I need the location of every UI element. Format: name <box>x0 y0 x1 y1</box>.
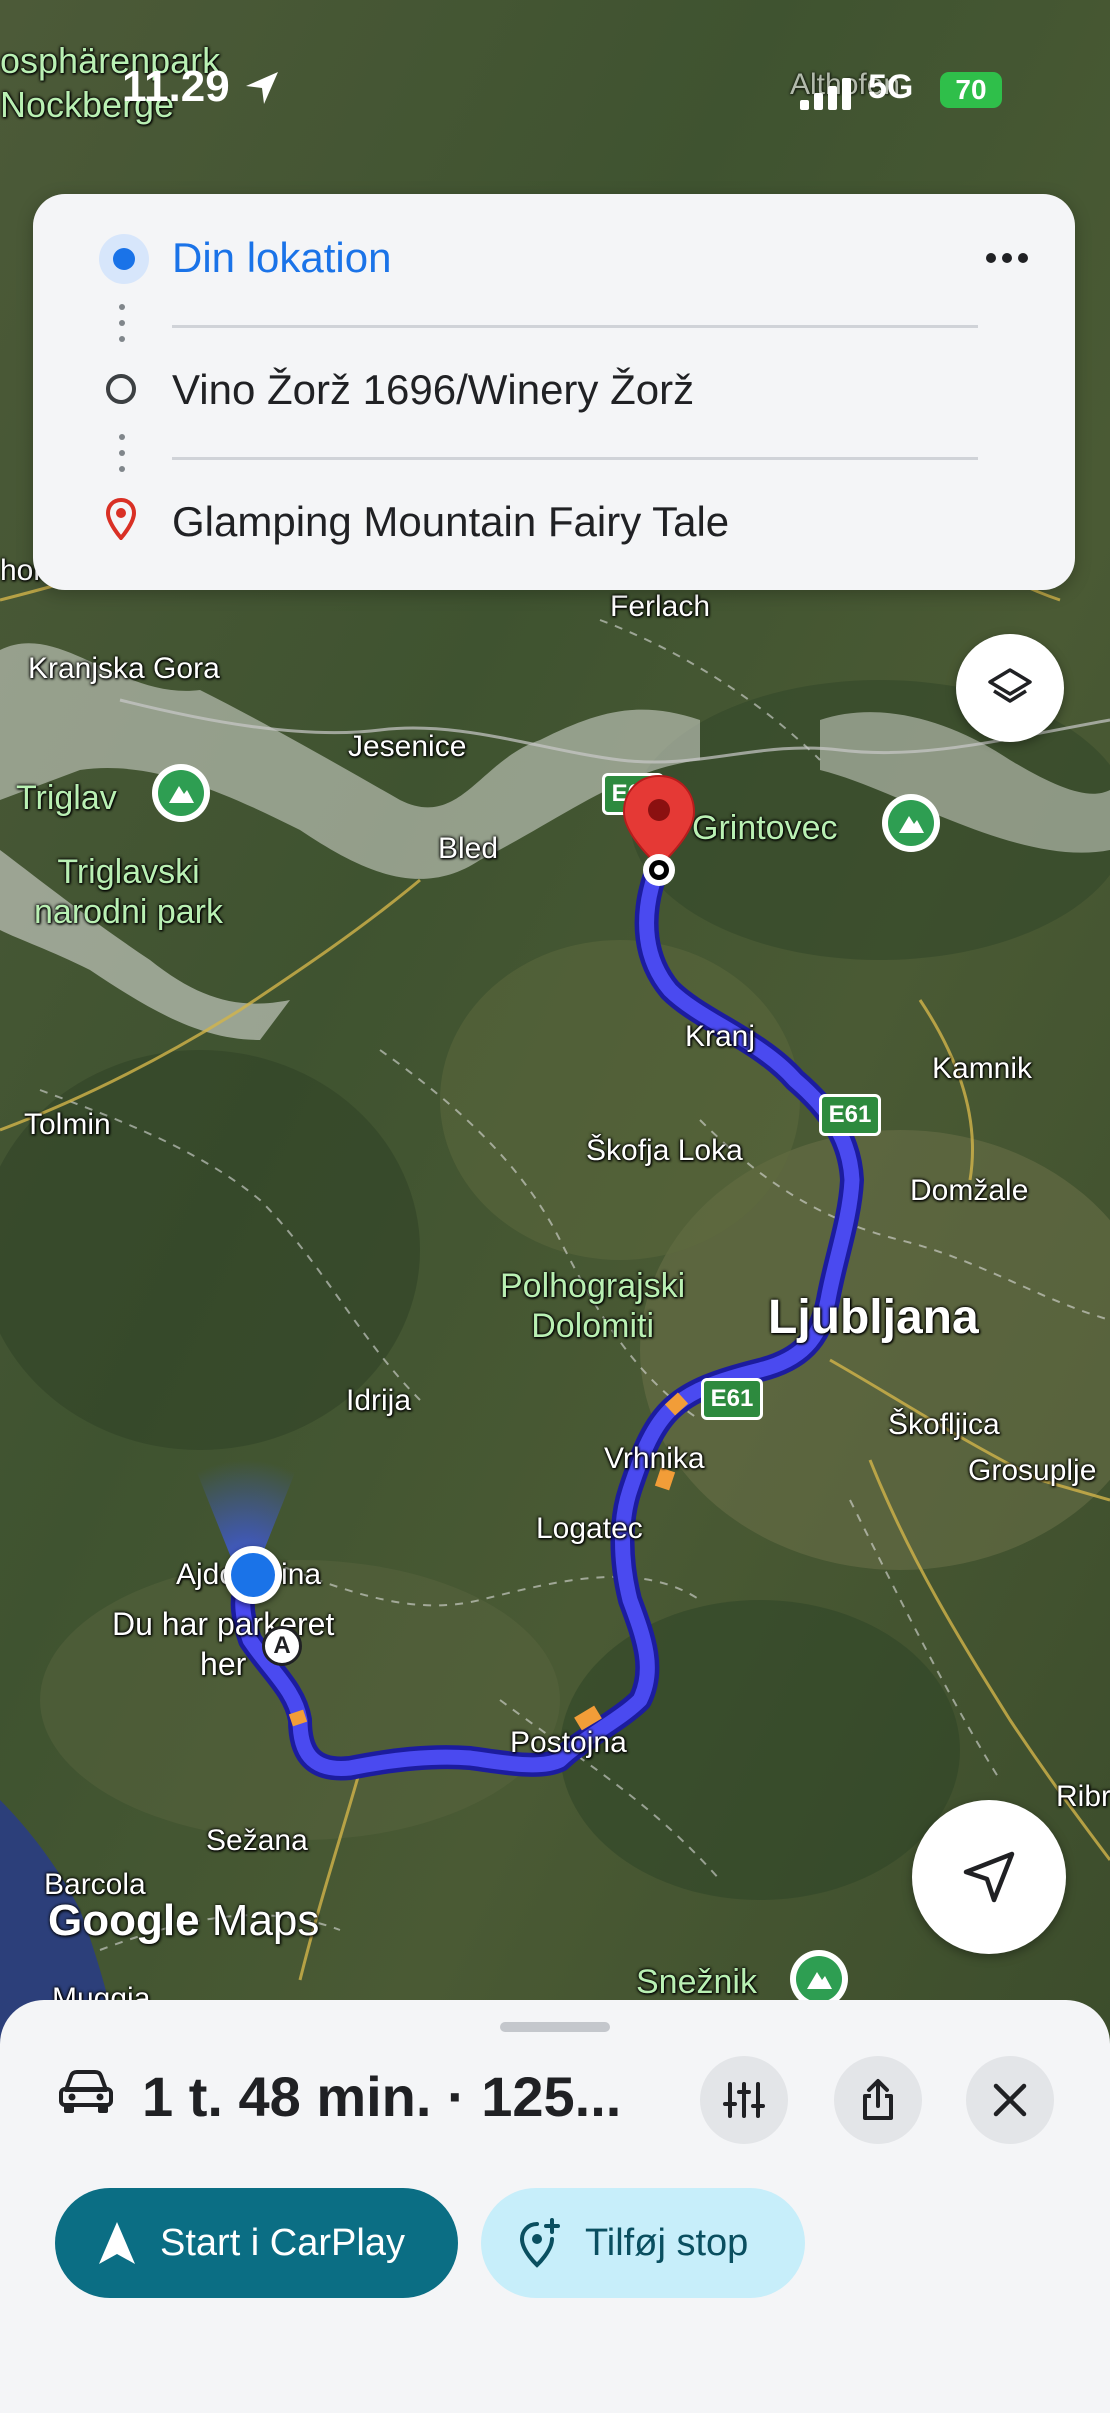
map-label-triglavski: Triglavski narodni park <box>34 853 224 931</box>
map-label-sezana: Sežana <box>206 1824 308 1857</box>
more-dot-icon <box>1002 253 1012 263</box>
maps-logo-text: Maps <box>211 1896 320 1945</box>
location-arrow-icon <box>246 72 278 104</box>
park-icon[interactable] <box>152 764 210 822</box>
share-button[interactable] <box>834 2056 922 2144</box>
route-summary[interactable]: 1 t. 48 min. · 125... <box>142 2064 621 2129</box>
google-logo-text: Google <box>48 1896 200 1945</box>
map-label-jesenice: Jesenice <box>348 730 467 763</box>
map-label-kranjska-gora: Kranjska Gora <box>28 652 220 685</box>
share-icon <box>863 2079 893 2120</box>
navigation-arrow-icon <box>963 1851 1015 1903</box>
navigation-arrow-icon <box>99 2222 135 2264</box>
network-type: 5G <box>868 68 914 106</box>
road-shield: E61 <box>701 1378 763 1420</box>
route-bottom-sheet: 1 t. 48 min. · 125... Start i CarPlay Ti… <box>0 2000 1110 2413</box>
close-icon <box>993 2083 1027 2117</box>
options-icon <box>723 2082 765 2118</box>
destination-pin-icon <box>106 498 136 540</box>
route-options-button[interactable] <box>700 2056 788 2144</box>
destination-pin-icon[interactable] <box>620 774 698 894</box>
map-label-polhograjski: Polhograjski Dolomiti <box>500 1267 686 1345</box>
map-label-tolmin: Tolmin <box>24 1108 111 1141</box>
map-label-skofja-loka: Škofja Loka <box>586 1134 743 1167</box>
more-dot-icon <box>986 253 996 263</box>
map-label-kamnik: Kamnik <box>932 1052 1033 1085</box>
map-label-sneznik: Snežnik <box>636 1963 757 2001</box>
start-carplay-label: Start i CarPlay <box>160 2222 405 2264</box>
road-shield: E61 <box>819 1094 881 1136</box>
more-options-button[interactable] <box>983 238 1043 278</box>
map-label-kranj: Kranj <box>685 1020 756 1053</box>
waypoint-text[interactable]: Vino Žorž 1696/Winery Žorž <box>172 366 694 414</box>
map-label-postojna: Postojna <box>510 1726 627 1759</box>
add-stop-label: Tilføj stop <box>585 2222 749 2264</box>
add-location-icon <box>519 2218 560 2268</box>
current-location-dot[interactable] <box>224 1546 282 1604</box>
waypoint-row[interactable]: Vino Žorž 1696/Winery Žorž <box>33 324 1075 424</box>
destination-row[interactable]: Glamping Mountain Fairy Tale <box>33 456 1075 556</box>
destination-text[interactable]: Glamping Mountain Fairy Tale <box>172 498 729 546</box>
map-label-idrija: Idrija <box>346 1384 412 1417</box>
google-maps-logo: Google Maps <box>48 1896 319 1946</box>
park-icon[interactable] <box>882 794 940 852</box>
more-dot-icon <box>1018 253 1028 263</box>
layers-button[interactable] <box>956 634 1064 742</box>
origin-text[interactable]: Din lokation <box>172 234 391 282</box>
battery-indicator: 70 <box>940 72 1002 108</box>
waypoint-circle-icon <box>106 374 136 404</box>
status-bar: 11.29 5G 70 <box>0 0 1110 130</box>
close-button[interactable] <box>966 2056 1054 2144</box>
map-label-grosuplje: Grosuplje <box>968 1454 1097 1487</box>
origin-row[interactable]: Din lokation <box>33 194 1075 324</box>
status-time: 11.29 <box>122 62 230 111</box>
map-label-ljubljana: Ljubljana <box>768 1291 979 1344</box>
drag-handle[interactable] <box>500 2022 610 2032</box>
map-label-bled: Bled <box>438 832 499 865</box>
map-label-grintovec: Grintovec <box>692 809 838 847</box>
map-label-triglav: Triglav <box>16 779 117 817</box>
layers-icon <box>988 668 1032 703</box>
waypoint-marker[interactable]: A <box>262 1626 302 1666</box>
directions-card: Din lokation Vino Žorž 1696/Winery Žorž … <box>33 194 1075 590</box>
map-label-skofljica: Škofljica <box>888 1408 1000 1441</box>
add-stop-button[interactable]: Tilføj stop <box>481 2188 805 2298</box>
signal-icon <box>800 78 851 110</box>
car-icon <box>59 2070 113 2113</box>
start-carplay-button[interactable]: Start i CarPlay <box>55 2188 458 2298</box>
map-label-domzale: Domžale <box>910 1174 1029 1207</box>
map-label-ferlach: Ferlach <box>610 590 711 623</box>
map-label-logatec: Logatec <box>536 1512 643 1545</box>
map-label-ribnica: Ribr <box>1056 1780 1110 1813</box>
map-label-vrhnika: Vrhnika <box>604 1442 705 1475</box>
origin-dot-icon <box>99 234 149 284</box>
recenter-button[interactable] <box>912 1800 1066 1954</box>
